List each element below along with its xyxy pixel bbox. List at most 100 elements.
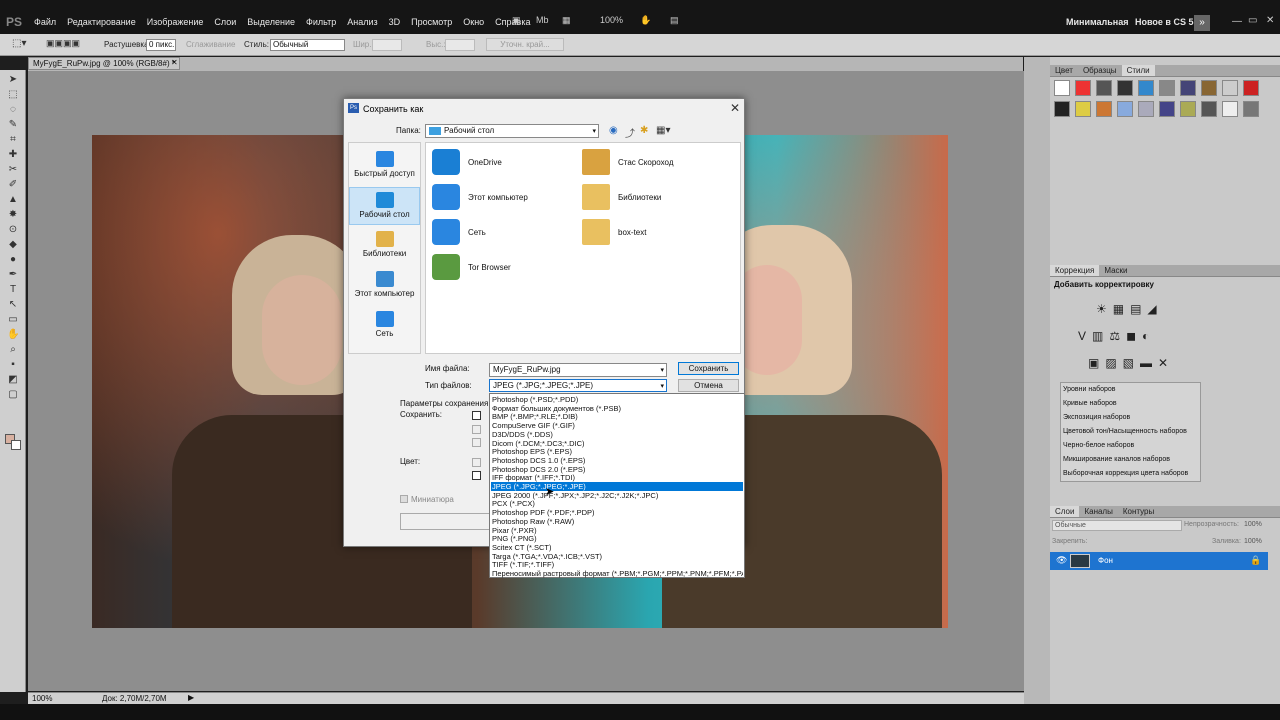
blur-tool-icon[interactable]: ● xyxy=(7,254,19,265)
view-menu-icon[interactable]: ▦▾ xyxy=(656,125,670,136)
maximize-icon[interactable]: ▭ xyxy=(1248,15,1257,26)
adjustment-icons-row2[interactable]: V▥⚖◼◐ xyxy=(1078,329,1155,343)
new-folder-icon[interactable]: ✱ xyxy=(640,125,648,136)
3d-tool-icon[interactable]: ⌕ xyxy=(7,344,19,355)
refine-edge-button[interactable]: Уточн. край... xyxy=(486,38,564,51)
opacity-value[interactable]: 100% xyxy=(1244,521,1262,528)
stamp-tool-icon[interactable]: ▲ xyxy=(7,194,19,205)
file-item[interactable]: Библиотеки xyxy=(582,184,661,210)
eyedropper-tool-icon[interactable]: ✚ xyxy=(7,149,19,160)
blend-mode-select[interactable]: Обычные xyxy=(1052,520,1182,531)
style-swatch[interactable] xyxy=(1138,101,1154,117)
filetype-option[interactable]: Photoshop Raw (*.RAW) xyxy=(491,517,743,526)
eraser-tool-icon[interactable]: ⊙ xyxy=(7,224,19,235)
filetype-option[interactable]: JPEG (*.JPG;*.JPEG;*.JPE) xyxy=(491,482,743,491)
style-swatch[interactable] xyxy=(1075,80,1091,96)
option-checkbox-4[interactable] xyxy=(472,458,481,467)
options-button[interactable] xyxy=(400,513,490,530)
crop-tool-icon[interactable]: ⌗ xyxy=(7,134,19,145)
back-icon[interactable]: ◉ xyxy=(609,125,618,136)
style-swatch[interactable] xyxy=(1201,101,1217,117)
marquee-tool-icon[interactable]: ⬚ xyxy=(7,89,19,100)
filetype-option[interactable]: Photoshop DCS 2.0 (*.EPS) xyxy=(491,465,743,474)
place-desktop[interactable]: Рабочий стол xyxy=(349,187,420,225)
filetype-option[interactable]: Photoshop DCS 1.0 (*.EPS) xyxy=(491,456,743,465)
place-libraries[interactable]: Библиотеки xyxy=(349,227,420,263)
up-folder-icon[interactable]: ⤴ xyxy=(625,125,635,140)
gradient-tool-icon[interactable]: ◆ xyxy=(7,239,19,250)
folder-select[interactable]: Рабочий стол ▾ xyxy=(425,124,599,138)
save-button[interactable]: Сохранить xyxy=(678,362,739,375)
filetype-option[interactable]: BMP (*.BMP;*.RLE;*.DIB) xyxy=(491,412,743,421)
dodge-tool-icon[interactable]: ✒ xyxy=(7,269,19,280)
filetype-option[interactable]: Переносимый растровый формат (*.PBM;*.PG… xyxy=(491,569,743,578)
workspace-minimal[interactable]: Минимальная xyxy=(1066,17,1129,27)
menu-item[interactable]: Редактирование xyxy=(67,17,136,27)
filetype-option[interactable]: Photoshop (*.PSD;*.PDD) xyxy=(491,395,743,404)
style-swatch[interactable] xyxy=(1222,80,1238,96)
history-brush-tool-icon[interactable]: ✸ xyxy=(7,209,19,220)
filetype-option[interactable]: Scitex CT (*.SCT) xyxy=(491,543,743,552)
selection-mode-icons[interactable]: ▣▣▣▣ xyxy=(46,38,80,49)
filetype-option[interactable]: Формат больших документов (*.PSB) xyxy=(491,404,743,413)
marquee-tool-icon[interactable]: ⬚▾ xyxy=(12,38,26,49)
status-doc-size[interactable]: Док: 2,70M/2,70M xyxy=(102,694,167,703)
zoom-tool-icon[interactable]: ◩ xyxy=(7,374,19,385)
width-input[interactable] xyxy=(372,39,402,51)
pen-tool-icon[interactable]: T xyxy=(7,284,19,295)
file-item[interactable]: Сеть xyxy=(432,219,486,245)
preset-item[interactable]: Кривые наборов xyxy=(1063,400,1117,407)
move-tool-icon[interactable]: ➤ xyxy=(7,74,19,85)
minimize-icon[interactable]: — xyxy=(1232,16,1242,27)
preset-item[interactable]: Экспозиция наборов xyxy=(1063,414,1130,421)
antialias-checkbox[interactable]: Сглаживание xyxy=(186,40,235,49)
style-swatch[interactable] xyxy=(1054,80,1070,96)
shape-tool-icon[interactable]: ✋ xyxy=(7,329,19,340)
styles-tab[interactable]: Стили xyxy=(1121,65,1155,76)
menu-item[interactable]: Выделение xyxy=(247,17,295,27)
arrange-icon[interactable]: ▦ xyxy=(562,15,571,29)
status-arrow-icon[interactable]: ▶ xyxy=(188,693,194,702)
menu-item[interactable]: Изображение xyxy=(147,17,204,27)
place-network[interactable]: Сеть xyxy=(349,307,420,343)
menu-item[interactable]: Слои xyxy=(214,17,236,27)
filename-input[interactable]: MyFygE_RuPw.jpg ▾ xyxy=(489,363,667,377)
option-checkbox-1[interactable] xyxy=(472,411,481,420)
style-select[interactable]: Обычный xyxy=(270,39,345,51)
menu-item[interactable]: Окно xyxy=(463,17,484,27)
style-swatch[interactable] xyxy=(1243,101,1259,117)
fill-value[interactable]: 100% xyxy=(1244,538,1262,545)
file-item[interactable]: Tor Browser xyxy=(432,254,511,280)
brush-tool-icon[interactable]: ✐ xyxy=(7,179,19,190)
lasso-tool-icon[interactable]: ◌ xyxy=(7,104,19,115)
height-input[interactable] xyxy=(445,39,475,51)
style-swatch[interactable] xyxy=(1117,101,1133,117)
filetype-option[interactable]: Dicom (*.DCM;*.DC3;*.DIC) xyxy=(491,439,743,448)
document-tab[interactable]: MyFygE_RuPw.jpg @ 100% (RGB/8#) * xyxy=(28,57,180,70)
preset-item[interactable]: Выборочная коррекция цвета наборов xyxy=(1063,470,1188,477)
feather-input[interactable]: 0 пикс. xyxy=(146,39,176,51)
heal-tool-icon[interactable]: ✂ xyxy=(7,164,19,175)
style-swatch[interactable] xyxy=(1117,80,1133,96)
bridge-icon[interactable]: ▣ xyxy=(512,15,521,29)
eye-icon[interactable]: 👁 xyxy=(1056,555,1067,566)
style-swatch[interactable] xyxy=(1096,80,1112,96)
preset-item[interactable]: Микширование каналов наборов xyxy=(1063,456,1170,463)
minibridge-icon[interactable]: Mb xyxy=(536,15,549,29)
place-computer[interactable]: Этот компьютер xyxy=(349,267,420,303)
tab-close-icon[interactable]: ✕ xyxy=(171,58,178,67)
preset-item[interactable]: Уровни наборов xyxy=(1063,386,1116,393)
styles-tab[interactable]: Образцы xyxy=(1078,65,1122,76)
menu-item[interactable]: 3D xyxy=(389,17,401,27)
option-checkbox-2[interactable] xyxy=(472,425,481,434)
cancel-button[interactable]: Отмена xyxy=(678,379,739,392)
quick-select-tool-icon[interactable]: ✎ xyxy=(7,119,19,130)
status-zoom[interactable]: 100% xyxy=(32,694,52,703)
background-color-swatch[interactable] xyxy=(11,440,21,450)
style-swatch[interactable] xyxy=(1096,101,1112,117)
style-swatch[interactable] xyxy=(1075,101,1091,117)
filetype-option[interactable]: CompuServe GIF (*.GIF) xyxy=(491,421,743,430)
close-icon[interactable]: ✕ xyxy=(1266,15,1274,26)
menu-item[interactable]: Просмотр xyxy=(411,17,452,27)
filetype-option[interactable]: Photoshop EPS (*.EPS) xyxy=(491,447,743,456)
